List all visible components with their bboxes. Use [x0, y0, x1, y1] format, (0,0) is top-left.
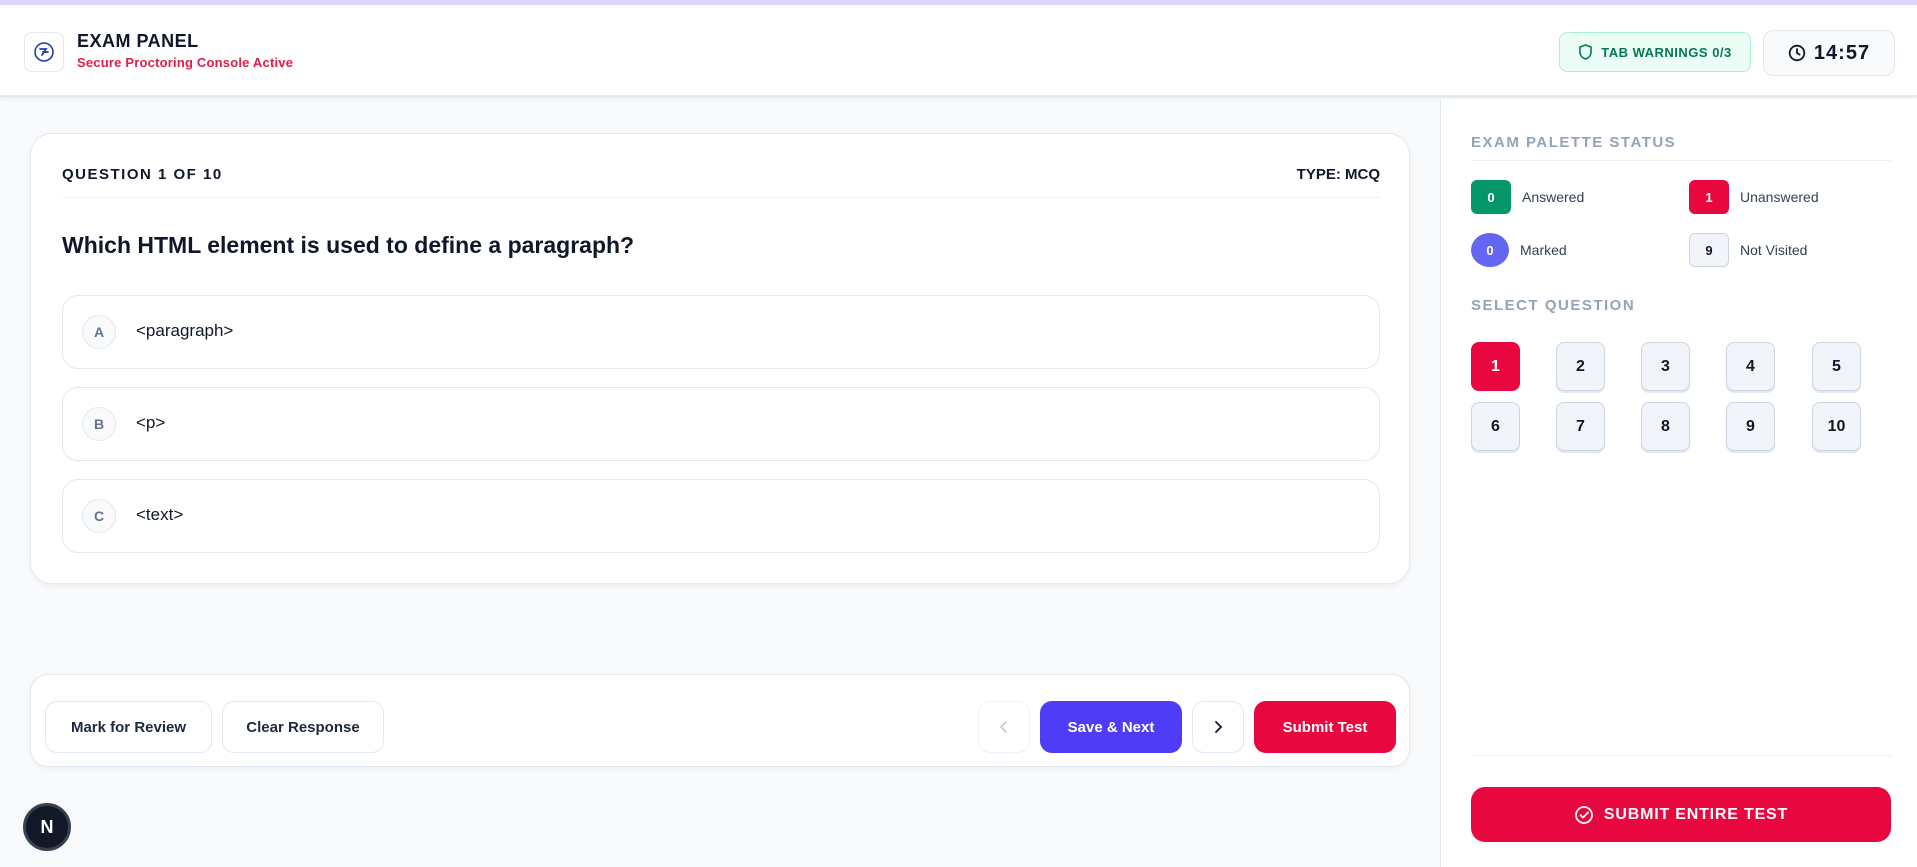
- not-visited-count: 9: [1689, 233, 1729, 267]
- exam-palette-sidebar: EXAM PALETTE STATUS 0 Answered 1 Unanswe…: [1440, 99, 1917, 867]
- submit-entire-test-label: SUBMIT ENTIRE TEST: [1603, 805, 1789, 823]
- question-palette-button[interactable]: 10: [1812, 402, 1861, 451]
- tab-warnings-text: TAB WARNINGS 0/3: [1601, 44, 1732, 60]
- submit-test-button[interactable]: Submit Test: [1254, 701, 1396, 753]
- option-a[interactable]: A <paragraph>: [62, 295, 1380, 369]
- tab-warnings-badge: TAB WARNINGS 0/3: [1559, 32, 1751, 72]
- chevron-right-icon: [1215, 721, 1223, 733]
- clear-response-button[interactable]: Clear Response: [222, 701, 384, 753]
- option-text: <paragraph>: [136, 321, 234, 340]
- question-palette-button[interactable]: 8: [1641, 402, 1690, 451]
- question-text: Which HTML element is used to define a p…: [62, 232, 635, 258]
- question-palette-button[interactable]: 3: [1641, 342, 1690, 391]
- top-bar: EXAM PANEL Secure Proctoring Console Act…: [0, 5, 1917, 97]
- legend-label: Unanswered: [1740, 189, 1819, 205]
- option-text: <p>: [136, 413, 166, 432]
- option-letter: B: [82, 407, 116, 441]
- option-b[interactable]: B <p>: [62, 387, 1380, 461]
- app-title: EXAM PANEL: [77, 31, 199, 51]
- question-header: QUESTION 1 OF 10 TYPE: MCQ: [62, 166, 1380, 198]
- legend-label: Marked: [1520, 242, 1567, 258]
- answered-count: 0: [1471, 180, 1511, 214]
- proctoring-status: Secure Proctoring Console Active: [77, 55, 294, 70]
- question-palette-button[interactable]: 9: [1726, 402, 1775, 451]
- app-logo: [24, 32, 64, 72]
- next-question-button[interactable]: [1192, 701, 1244, 753]
- shield-icon: [1579, 44, 1593, 60]
- exam-timer: 14:57: [1763, 30, 1895, 76]
- legend-not-visited: 9 Not Visited: [1689, 233, 1807, 267]
- question-action-bar: Mark for Review Clear Response Save & Ne…: [30, 674, 1410, 767]
- legend-answered: 0 Answered: [1471, 180, 1584, 214]
- legend-unanswered: 1 Unanswered: [1689, 180, 1819, 214]
- question-palette-button[interactable]: 4: [1726, 342, 1775, 391]
- question-palette-button[interactable]: 1: [1471, 342, 1520, 391]
- dev-tools-badge[interactable]: N: [23, 803, 71, 851]
- legend-label: Answered: [1522, 189, 1585, 205]
- divider: [1471, 755, 1891, 756]
- option-text: <text>: [136, 505, 184, 524]
- question-palette-button[interactable]: 5: [1812, 342, 1861, 391]
- save-next-button[interactable]: Save & Next: [1040, 701, 1182, 753]
- clock-icon: [1788, 44, 1806, 62]
- previous-question-button[interactable]: [978, 701, 1030, 753]
- question-palette-button[interactable]: 7: [1556, 402, 1605, 451]
- palette-status-title: EXAM PALETTE STATUS: [1471, 134, 1677, 151]
- legend-label: Not Visited: [1740, 242, 1808, 258]
- question-counter: QUESTION 1 OF 10: [62, 166, 223, 183]
- select-question-title: SELECT QUESTION: [1471, 297, 1636, 314]
- question-palette-button[interactable]: 2: [1556, 342, 1605, 391]
- timer-value: 14:57: [1813, 41, 1871, 64]
- option-c[interactable]: C <text>: [62, 479, 1380, 553]
- marked-count: 0: [1471, 233, 1509, 267]
- divider: [1471, 160, 1891, 161]
- chevron-left-icon: [999, 721, 1007, 733]
- unanswered-count: 1: [1689, 180, 1729, 214]
- mark-for-review-button[interactable]: Mark for Review: [45, 701, 212, 753]
- logo-icon: [34, 42, 54, 62]
- question-type: TYPE: MCQ: [1296, 166, 1380, 183]
- legend-marked: 0 Marked: [1471, 233, 1567, 267]
- question-card: QUESTION 1 OF 10 TYPE: MCQ Which HTML el…: [30, 133, 1410, 584]
- badge-letter: N: [40, 816, 54, 837]
- option-letter: C: [82, 499, 116, 533]
- check-circle-icon: [1575, 805, 1593, 824]
- question-palette-button[interactable]: 6: [1471, 402, 1520, 451]
- submit-entire-test-button[interactable]: SUBMIT ENTIRE TEST: [1471, 787, 1891, 842]
- option-letter: A: [82, 315, 116, 349]
